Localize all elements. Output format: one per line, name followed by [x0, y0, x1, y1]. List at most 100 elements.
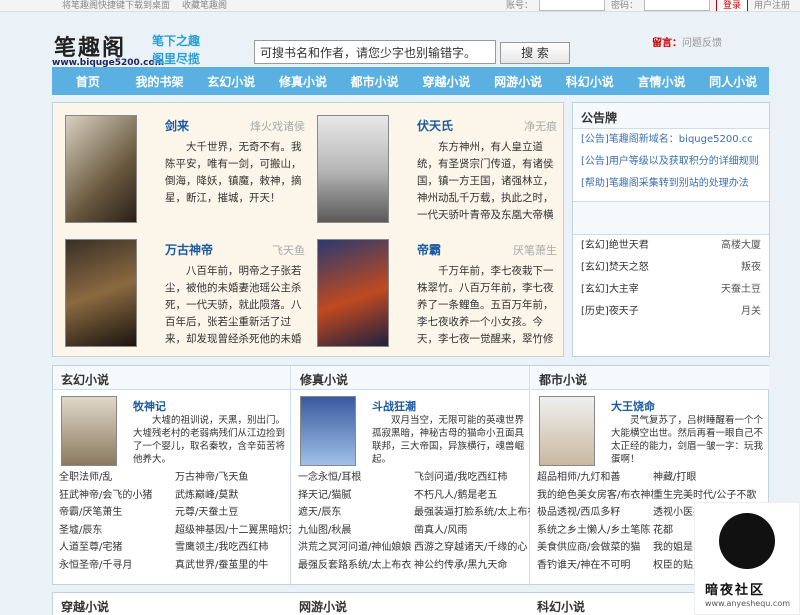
- list-item[interactable]: 飞剑问道/我吃西红柿: [414, 468, 530, 486]
- list-item[interactable]: 遮天/辰东: [298, 503, 414, 521]
- list-item[interactable]: 系统之乡土懒人/乡土笔陈: [537, 521, 653, 539]
- list-item[interactable]: 元尊/天蚕土豆: [175, 503, 291, 521]
- list-item[interactable]: 择天记/猫腻: [298, 486, 414, 504]
- search-input[interactable]: 可搜书名和作者，请您少字也别输错字。: [254, 40, 496, 64]
- notice-text[interactable]: 笔趣阁采集转到别站的处理办法: [609, 178, 749, 189]
- book-cover[interactable]: [317, 115, 389, 223]
- list-item[interactable]: 狂武神帝/会飞的小猪: [59, 486, 175, 504]
- list-row[interactable]: 帝霸/厌笔萧生 元尊/天蚕土豆: [59, 503, 291, 521]
- list-row[interactable]: 遮天/辰东 最强装逼打脸系统/太上布衣: [298, 503, 530, 521]
- list-item[interactable]: 重生完美时代/公子不歌: [653, 486, 769, 504]
- book-title[interactable]: 牧神记: [133, 398, 166, 414]
- category-feature-book[interactable]: 大王饶命 灵气复苏了，吕树睡醒看一个个大能横空出世。然后再看一眼自己不太正经的能…: [537, 394, 767, 474]
- password-input[interactable]: [643, 0, 710, 11]
- book-cover[interactable]: [65, 115, 137, 223]
- list-item[interactable]: 我的绝色美女房客/布衣神相: [537, 486, 653, 504]
- list-row[interactable]: 洪荒之冥河问道/神仙娘娘 西游之穿越诸天/千缘的心: [298, 538, 530, 556]
- list-item[interactable]: 洪荒之冥河问道/神仙娘娘: [298, 538, 414, 556]
- list-row[interactable]: 最强反套路系统/太上布衣 神公约传承/黑九天命: [298, 556, 530, 574]
- book-title[interactable]: 斗战狂潮: [372, 398, 416, 414]
- account-input[interactable]: [538, 0, 605, 11]
- list-item[interactable]: 不朽凡人/鹅是老五: [414, 486, 530, 504]
- search-button[interactable]: 搜 索: [500, 42, 570, 64]
- nav-home[interactable]: 首页: [52, 73, 124, 90]
- book-title[interactable]: 大王饶命: [611, 398, 655, 414]
- feedback-link[interactable]: 留言：问题反馈: [652, 34, 722, 49]
- bookmark-desktop-link[interactable]: 将笔趣阁快捷键下载到桌面: [62, 0, 170, 11]
- notice-text[interactable]: 笔趣阁新域名：biquge5200.cc: [609, 134, 753, 145]
- list-item[interactable]: 武炼巅峰/莫默: [175, 486, 291, 504]
- nav-xiuzhen[interactable]: 修真小说: [267, 73, 339, 90]
- list-row[interactable]: 超品相师/九灯和善 神藏/打眼: [537, 468, 769, 486]
- notice-item[interactable]: [公告]笔趣阁新域名：biquge5200.cc: [573, 129, 769, 151]
- list-item[interactable]: 美食供应商/会做菜的猫: [537, 538, 653, 556]
- nav-bookshelf[interactable]: 我的书架: [124, 73, 196, 90]
- list-item[interactable]: 圣墟/辰东: [59, 521, 175, 539]
- book-title[interactable]: 大主宰: [609, 284, 639, 295]
- list-item[interactable]: 永恒圣帝/千寻月: [59, 556, 175, 574]
- list-row[interactable]: 人道至尊/宅猪 雪鹰领主/我吃西红柿: [59, 538, 291, 556]
- category-feature-book[interactable]: 斗战狂潮 双月当空，无限可能的英魂世界孤寂黑暗，神秘古母的猫命小丑面具联邦，三大…: [298, 394, 528, 474]
- book-title[interactable]: 伏天氏: [417, 117, 453, 134]
- list-item[interactable]: 全职法师/乱: [59, 468, 175, 486]
- featured-book[interactable]: 伏天氏 净无痕 东方神州，有人皇立道统，有圣贤宗门传道，有诸侯国，镇一方王国，诸…: [309, 107, 559, 227]
- list-item[interactable]: 极品透视/西瓜多籽: [537, 503, 653, 521]
- category-title[interactable]: 玄幻小说: [53, 366, 290, 390]
- list-row[interactable]: 全职法师/乱 万古神帝/飞天鱼: [59, 468, 291, 486]
- nav-kehuan[interactable]: 科幻小说: [554, 73, 626, 90]
- book-list-item[interactable]: [玄幻]焚天之怒 叛夜: [573, 257, 769, 279]
- list-item[interactable]: 西游之穿越诸天/千缘的心: [414, 538, 530, 556]
- list-item[interactable]: 香钓谁天/神在不可明: [537, 556, 653, 574]
- list-row[interactable]: 一念永恒/耳根 飞剑问道/我吃西红柿: [298, 468, 530, 486]
- list-item[interactable]: 神藏/打眼: [653, 468, 769, 486]
- category-title[interactable]: 网游小说: [299, 598, 347, 615]
- nav-yanqing[interactable]: 言情小说: [626, 73, 698, 90]
- list-item[interactable]: 最强装逼打脸系统/太上布衣: [414, 503, 530, 521]
- list-row[interactable]: 永恒圣帝/千寻月 真武世界/蚕茧里的牛: [59, 556, 291, 574]
- book-cover[interactable]: [61, 396, 117, 466]
- list-row[interactable]: 圣墟/辰东超级神基因/十二翼黑暗炽天使: [59, 521, 291, 539]
- featured-book[interactable]: 帝霸 厌笔萧生 千万年前，李七夜栽下一株翠竹。八百万年前，李七夜养了一条鲤鱼。五…: [309, 231, 559, 351]
- list-item[interactable]: 一念永恒/耳根: [298, 468, 414, 486]
- nav-chuanyue[interactable]: 穿越小说: [411, 73, 483, 90]
- list-item[interactable]: 超品相师/九灯和善: [537, 468, 653, 486]
- category-title[interactable]: 科幻小说: [537, 598, 585, 615]
- list-item[interactable]: 雪鹰领主/我吃西红柿: [175, 538, 291, 556]
- notice-item[interactable]: [公告]用户等级以及获取积分的详细规则: [573, 151, 769, 173]
- list-item[interactable]: 超级神基因/十二翼黑暗炽天使: [175, 521, 291, 539]
- register-link[interactable]: 用户注册: [754, 0, 790, 11]
- list-item[interactable]: 凿真人/风雨: [414, 521, 530, 539]
- featured-book[interactable]: 万古神帝 飞天鱼 八百年前，明帝之子张若尘，被他的未婚妻池瑶公主杀死，一代天骄，…: [57, 231, 307, 351]
- category-feature-book[interactable]: 牧神记 大墟的祖训说，天黑，别出门。大墟残老村的老弱病残们从江边捡到了一个婴儿，…: [59, 394, 289, 474]
- category-title[interactable]: 穿越小说: [61, 598, 109, 615]
- book-list-item[interactable]: [玄幻]绝世天君 高楼大厦: [573, 235, 769, 257]
- book-cover[interactable]: [65, 239, 137, 347]
- list-item[interactable]: 神公约传承/黑九天命: [414, 556, 530, 574]
- book-title[interactable]: 剑来: [165, 117, 189, 134]
- list-item[interactable]: 帝霸/厌笔萧生: [59, 503, 175, 521]
- notice-text[interactable]: 用户等级以及获取积分的详细规则: [609, 156, 759, 167]
- book-list-item[interactable]: [玄幻]大主宰 天蚕土豆: [573, 279, 769, 301]
- list-item[interactable]: 人道至尊/宅猪: [59, 538, 175, 556]
- list-row[interactable]: 狂武神帝/会飞的小猪 武炼巅峰/莫默: [59, 486, 291, 504]
- book-title[interactable]: 夜天子: [609, 306, 639, 317]
- category-title[interactable]: 都市小说: [531, 366, 769, 390]
- nav-wangyou[interactable]: 网游小说: [482, 73, 554, 90]
- list-row[interactable]: 我的绝色美女房客/布衣神相 重生完美时代/公子不歌: [537, 486, 769, 504]
- featured-book[interactable]: 剑来 烽火戏诸侯 大千世界，无奇不有。我陈平安，唯有一剑，可搬山，倒海，降妖，镇…: [57, 107, 307, 227]
- notice-item[interactable]: [帮助]笔趣阁采集转到别站的处理办法: [573, 173, 769, 195]
- category-title[interactable]: 修真小说: [292, 366, 529, 390]
- list-item[interactable]: 万古神帝/飞天鱼: [175, 468, 291, 486]
- nav-xuanhuan[interactable]: 玄幻小说: [195, 73, 267, 90]
- book-title[interactable]: 绝世天君: [609, 240, 649, 251]
- list-row[interactable]: 择天记/猫腻 不朽凡人/鹅是老五: [298, 486, 530, 504]
- favorite-link[interactable]: 收藏笔趣阁: [182, 0, 227, 11]
- book-cover[interactable]: [317, 239, 389, 347]
- list-item[interactable]: 最强反套路系统/太上布衣: [298, 556, 414, 574]
- nav-tongren[interactable]: 同人小说: [697, 73, 769, 90]
- nav-dushi[interactable]: 都市小说: [339, 73, 411, 90]
- book-title[interactable]: 帝霸: [417, 241, 441, 258]
- list-row[interactable]: 九仙图/秋晨 凿真人/风雨: [298, 521, 530, 539]
- book-cover[interactable]: [539, 396, 595, 466]
- login-button[interactable]: 登录: [715, 0, 748, 11]
